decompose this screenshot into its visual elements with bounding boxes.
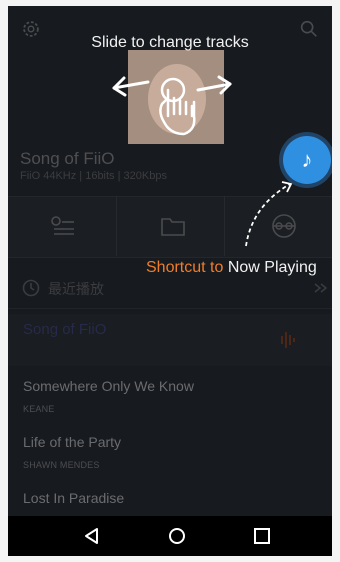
current-track-title: Song of FiiO	[23, 321, 107, 338]
tab-divider	[224, 196, 225, 256]
home-icon[interactable]	[167, 526, 187, 546]
shortcut-hint-text: Shortcut to Now Playing	[146, 259, 317, 276]
slide-hint-text: Slide to change tracks	[91, 34, 249, 51]
equalizer-icon	[281, 332, 295, 348]
now-playing-info: FiiO 44KHz | 16bits | 320Kbps	[20, 170, 167, 182]
tab-divider	[116, 196, 117, 256]
track-title[interactable]: Somewhere Only We Know	[23, 378, 194, 394]
track-artist: KEANE	[23, 404, 55, 414]
music-note-icon: ♪	[301, 147, 313, 172]
track-artist: SHAWN MENDES	[23, 460, 100, 470]
clock-icon	[22, 279, 40, 297]
recent-label: 最近播放	[48, 281, 104, 297]
swipe-gesture-icon	[112, 75, 232, 136]
track-title[interactable]: Lost In Paradise	[23, 490, 124, 506]
folder-icon[interactable]	[160, 215, 186, 237]
chevron-right-icon[interactable]	[312, 281, 330, 295]
now-playing-shortcut-button[interactable]: ♪	[283, 136, 331, 184]
back-icon[interactable]	[82, 526, 102, 546]
pointer-arrow	[245, 181, 293, 247]
app-screen: Song of FiiO FiiO 44KHz | 16bits | 320Kb…	[8, 6, 332, 556]
playlist-icon[interactable]	[50, 214, 76, 238]
now-playing-title: Song of FiiO	[20, 149, 115, 168]
recents-icon[interactable]	[252, 526, 272, 546]
track-title[interactable]: Life of the Party	[23, 434, 121, 450]
